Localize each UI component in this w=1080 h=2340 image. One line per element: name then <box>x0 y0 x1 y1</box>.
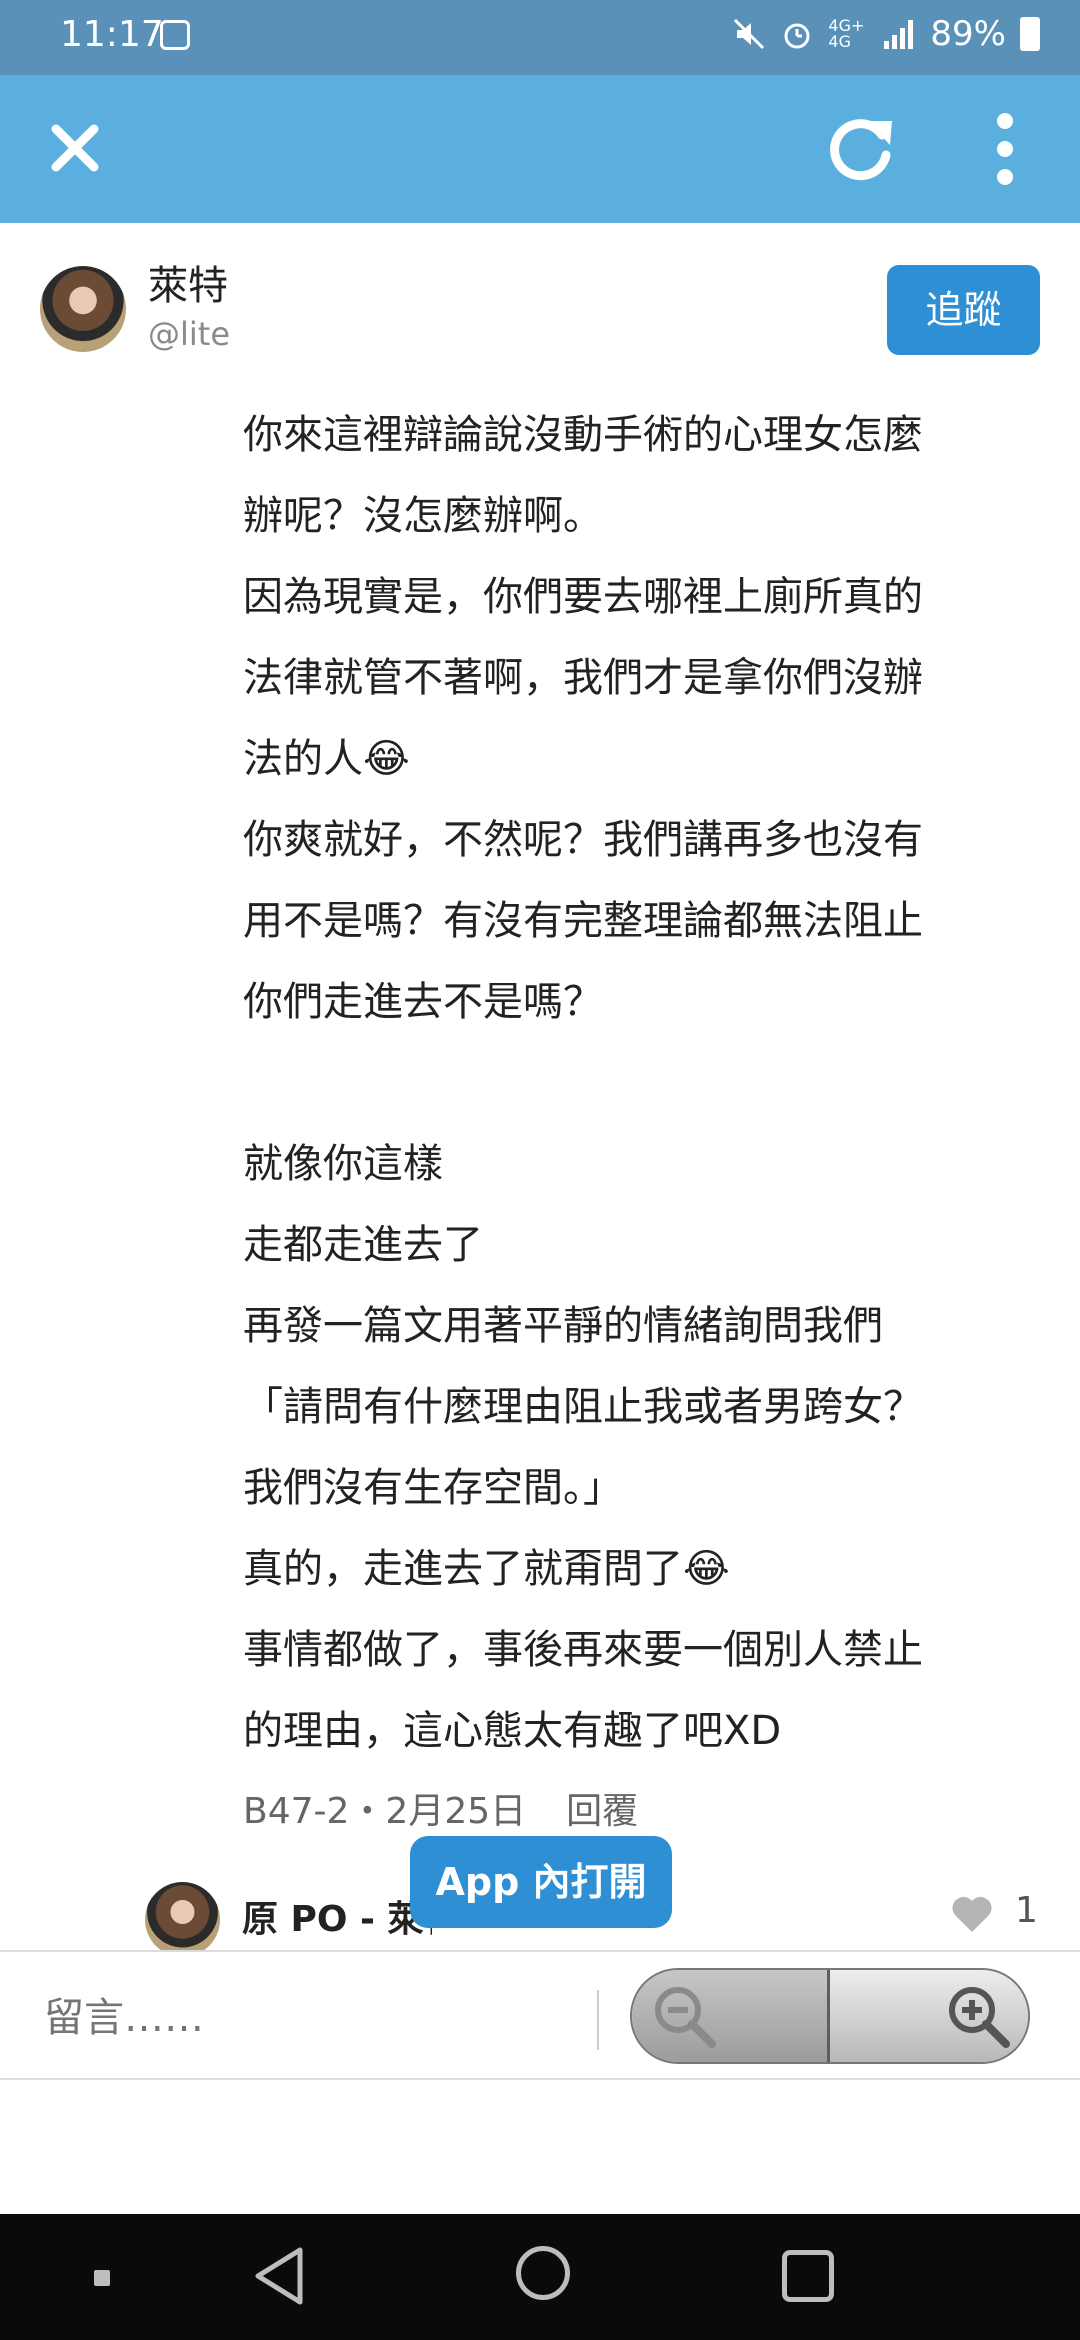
reply-avatar <box>145 1882 220 1957</box>
zoom-in-button[interactable] <box>830 1970 1028 2062</box>
screenshot-icon <box>160 20 190 50</box>
comment-line: 「請問有什麼理由阻止我或者男跨女？ <box>243 1384 923 1430</box>
back-icon[interactable] <box>250 2244 310 2308</box>
reply-button[interactable]: 回覆 <box>566 1782 638 1834</box>
battery-percent: 89% <box>930 14 1006 54</box>
comment-line: 辦呢？沒怎麼辦啊。 <box>243 493 603 539</box>
alarm-icon <box>784 23 810 49</box>
comment-line: 的理由，這心態太有趣了吧XD <box>243 1708 782 1754</box>
heart-icon[interactable] <box>950 1894 994 1934</box>
more-vert-icon[interactable] <box>985 111 1025 187</box>
status-icons: 4G+ 4G 89% <box>732 14 1040 54</box>
close-icon[interactable] <box>40 113 110 183</box>
network-label: 4G+ 4G <box>828 16 865 51</box>
laughing-emoji-icon: 😂 <box>363 736 410 782</box>
avatar[interactable] <box>40 266 126 352</box>
zoom-out-button[interactable] <box>632 1970 831 2062</box>
comment-meta: B47-2・2月25日 回覆 <box>243 1782 638 1834</box>
refresh-icon[interactable] <box>820 105 900 191</box>
status-time: 11:17 <box>60 14 164 55</box>
comment-line: 你來這裡辯論說沒動手術的心理女怎麼 <box>243 412 923 458</box>
comment-line: 走都走進去了 <box>243 1222 483 1268</box>
comment-line: 法律就管不著啊，我們才是拿你們沒辦 <box>243 655 923 701</box>
home-icon[interactable] <box>516 2246 570 2300</box>
nav-dot-icon <box>94 2270 110 2286</box>
system-navigation-bar <box>0 2214 1080 2340</box>
comment-line: 法的人😂 <box>243 719 1043 800</box>
battery-icon <box>1020 17 1040 51</box>
author-name[interactable]: 萊特 <box>148 253 228 311</box>
comment-line: 你們走進去不是嗎？ <box>243 979 603 1025</box>
comment-line: 我們沒有生存空間。」 <box>243 1465 623 1511</box>
author-handle: @lite <box>148 315 231 353</box>
top-app-bar <box>0 75 1080 223</box>
signal-icon <box>884 20 914 49</box>
mute-icon <box>734 18 765 50</box>
open-in-app-button[interactable]: App 內打開 <box>410 1836 672 1928</box>
comment-line: 因為現實是，你們要去哪裡上廁所真的 <box>243 574 923 620</box>
zoom-in-icon <box>949 1987 1010 2048</box>
comment-line: 用不是嗎？有沒有完整理論都無法阻止 <box>243 898 923 944</box>
divider <box>597 1990 599 2050</box>
laughing-emoji-icon: 😂 <box>683 1546 730 1592</box>
follow-button[interactable]: 追蹤 <box>887 265 1040 355</box>
recents-icon[interactable] <box>782 2250 834 2302</box>
comment-line: 真的，走進去了就甭問了😂 <box>243 1529 1043 1610</box>
comment-body: 你來這裡辯論說沒動手術的心理女怎麼 辦呢？沒怎麼辦啊。因為現實是，你們要去哪裡上廁… <box>243 395 1043 1772</box>
comment-line: 事情都做了，事後再來要一個別人禁止 <box>243 1627 923 1673</box>
comment-input[interactable] <box>44 1988 584 2048</box>
like-count: 1 <box>1015 1890 1038 1931</box>
comment-line: 再發一篇文用著平靜的情緒詢問我們 <box>243 1303 883 1349</box>
floor-label: B47-2・2月25日 <box>243 1791 527 1832</box>
zoom-out-icon <box>655 1987 716 2048</box>
comment-line <box>243 1043 1043 1124</box>
reply-author: 原 PO - 萊特 <box>242 1899 432 1940</box>
zoom-control <box>630 1968 1030 2064</box>
post-author-header: 萊特 @lite 追蹤 <box>0 223 1080 373</box>
status-bar: 11:17 4G+ 4G 89% <box>0 0 1080 75</box>
comment-line: 就像你這樣 <box>243 1141 443 1187</box>
comment-input-bar <box>0 1950 1080 2080</box>
comment-line: 你爽就好，不然呢？我們講再多也沒有 <box>243 817 923 863</box>
